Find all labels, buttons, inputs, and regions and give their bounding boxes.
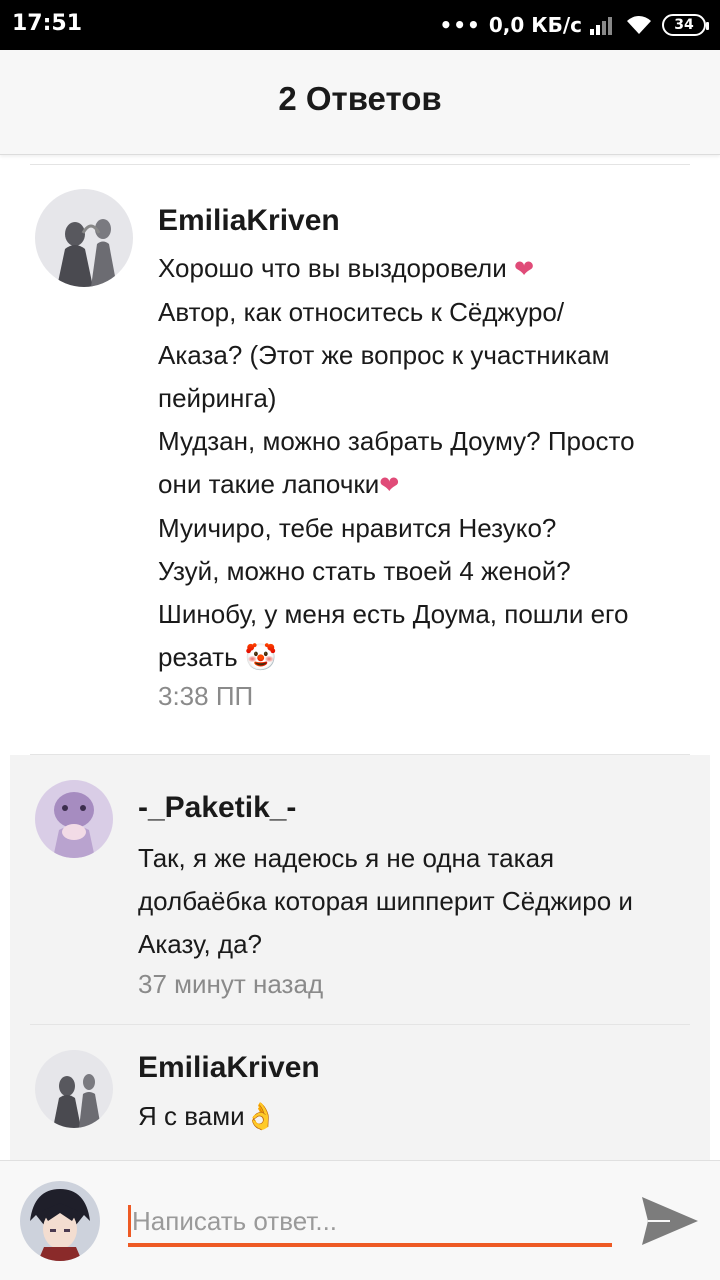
reply-field[interactable]	[128, 1201, 612, 1247]
send-icon	[642, 1197, 698, 1245]
comment-line: Автор, как относитесь к Сёджуро/	[158, 297, 565, 327]
divider	[30, 164, 690, 165]
text-caret	[128, 1205, 131, 1237]
comment-line: долбаёбка которая шипперит Сёджиро и	[138, 886, 633, 916]
comment-line: Так, я же надеюсь я не одна такая	[138, 843, 555, 873]
more-dots-icon: •••	[439, 13, 481, 37]
send-button[interactable]	[640, 1193, 700, 1249]
heart-icon: ❤	[379, 472, 400, 499]
avatar[interactable]	[35, 189, 133, 287]
battery-icon: 34	[662, 14, 709, 36]
comment-line: Аказу, да?	[138, 929, 263, 959]
reply-compose-bar	[0, 1160, 720, 1280]
avatar[interactable]	[35, 780, 113, 858]
clown-icon: 🤡	[244, 642, 278, 672]
comment-line: Муичиро, тебе нравится Незуко?	[158, 513, 557, 543]
my-avatar[interactable]	[20, 1181, 100, 1261]
comment-line: Я с вами	[138, 1101, 245, 1131]
status-icons: ••• 0,0 КБ/с 34	[439, 10, 709, 40]
comment-line: Аказа? (Этот же вопрос к участникам	[158, 340, 610, 370]
comment-thread[interactable]: EmiliaKriven Хорошо что вы выздоровели ❤…	[0, 156, 720, 1160]
reply-input[interactable]	[132, 1201, 602, 1241]
comment-author[interactable]: EmiliaKriven	[158, 204, 340, 238]
comment-line: Мудзан, можно забрать Доуму? Просто	[158, 426, 635, 456]
comment-text: Так, я же надеюсь я не одна такая долбаё…	[138, 837, 698, 966]
thread-header: 2 Ответов	[0, 50, 720, 155]
wifi-icon	[627, 16, 651, 34]
comment-line: Узуй, можно стать твоей 4 женой?	[158, 556, 571, 586]
comment-line: они такие лапочки	[158, 469, 380, 499]
reply: EmiliaKriven Я с вами👌	[10, 1025, 710, 1160]
network-speed: 0,0 КБ/с	[488, 13, 582, 37]
page-title: 2 Ответов	[278, 80, 442, 117]
status-bar: 17:51 ••• 0,0 КБ/с 34	[0, 0, 720, 50]
comment-text: Хорошо что вы выздоровели ❤ Автор, как о…	[158, 247, 698, 679]
comment-line: пейринга)	[158, 383, 277, 413]
comment-line: резать	[158, 642, 238, 672]
comment-author[interactable]: EmiliaKriven	[138, 1051, 320, 1085]
reply: -_Paketik_- Так, я же надеюсь я не одна …	[10, 755, 710, 1025]
comment-line: Хорошо что вы выздоровели	[158, 253, 507, 283]
comment-timestamp: 3:38 ПП	[158, 681, 254, 711]
heart-icon: ❤	[514, 256, 535, 283]
signal-icon	[590, 17, 612, 35]
comment-author[interactable]: -_Paketik_-	[138, 791, 296, 825]
ok-hand-icon: 👌	[244, 1101, 277, 1131]
comment-text: Я с вами👌	[138, 1095, 698, 1138]
avatar[interactable]	[35, 1050, 113, 1128]
comment-line: Шинобу, у меня есть Доума, пошли его	[158, 599, 629, 629]
comment-timestamp: 37 минут назад	[138, 969, 324, 999]
status-time: 17:51	[12, 11, 83, 36]
